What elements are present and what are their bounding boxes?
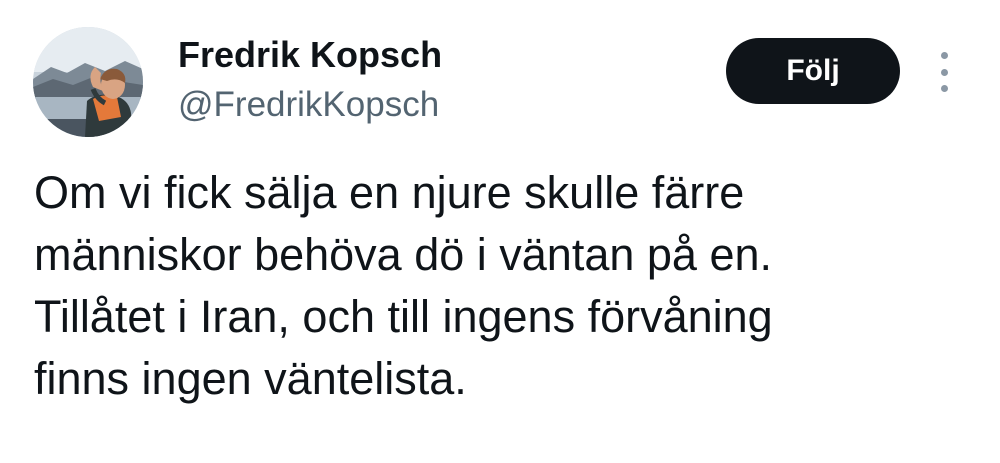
tweet-text: Om vi fick sälja en njure skulle färre m… [34,162,974,410]
tweet-text-line: människor behöva dö i väntan på en. [34,229,772,280]
more-dot [940,68,948,76]
author-display-name[interactable]: Fredrik Kopsch [178,34,442,76]
author-handle[interactable]: @FredrikKopsch [178,84,439,126]
tweet-text-line: finns ingen väntelista. [34,353,467,404]
tweet-text-line: Om vi fick sälja en njure skulle färre [34,167,745,218]
tweet-text-line: Tillåtet i Iran, och till ingens förvåni… [34,291,773,342]
more-vertical-icon[interactable] [932,52,956,92]
avatar[interactable] [33,27,143,137]
follow-button[interactable]: Följ [726,38,900,104]
avatar-photo [33,27,143,137]
more-dot [940,52,948,59]
more-dot [940,85,948,92]
